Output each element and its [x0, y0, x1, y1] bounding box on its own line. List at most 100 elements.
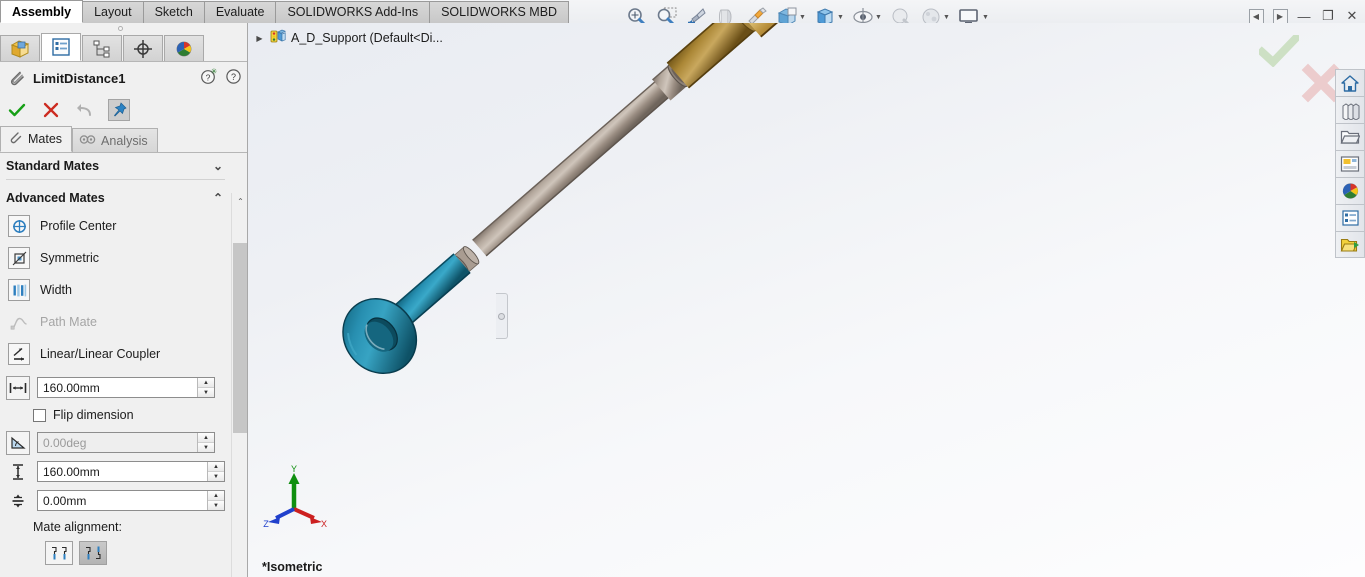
mate-profile-center-label: Profile Center — [40, 219, 117, 233]
solidworks-window: Assembly Layout Sketch Evaluate SOLIDWOR… — [0, 0, 1365, 577]
tab-sketch[interactable]: Sketch — [142, 1, 205, 23]
tab-mates[interactable]: Mates — [0, 126, 73, 152]
open-folder-icon[interactable] — [1335, 123, 1365, 150]
property-manager-panel: LimitDistance1 ? ✳ ? Mates Analysis Stan… — [0, 23, 248, 577]
maximum-spinner[interactable]: ▲ ▼ — [207, 462, 224, 481]
angle-input[interactable] — [38, 433, 188, 452]
minimum-input[interactable] — [38, 491, 198, 510]
svg-text:?: ? — [231, 72, 236, 82]
section-standard-mates[interactable]: Standard Mates ⌄ — [0, 153, 231, 178]
profile-center-icon — [8, 215, 30, 237]
feature-manager-tab[interactable] — [0, 35, 40, 61]
keep-visible-pin-button[interactable] — [108, 99, 130, 121]
task-pane-toolbar — [1335, 69, 1365, 258]
assembly-component-icon — [270, 29, 287, 47]
flip-dimension-row[interactable]: Flip dimension — [0, 402, 231, 428]
scroll-up-arrow-icon[interactable]: ⌃ — [232, 193, 247, 210]
dock-left-icon: ◀ — [1248, 8, 1264, 24]
tab-analysis[interactable]: Analysis — [72, 128, 158, 152]
angle-value-field[interactable]: ▲ ▼ — [37, 432, 215, 453]
section-advanced-mates[interactable]: Advanced Mates ⌃ — [0, 185, 231, 210]
feature-tree-root-item[interactable]: ▶ A_D_Support (Default<Di... — [254, 29, 443, 47]
maximum-spin-up[interactable]: ▲ — [208, 462, 224, 472]
flip-dimension-label: Flip dimension — [53, 408, 134, 422]
view-settings-caret-icon[interactable]: ▼ — [799, 14, 806, 21]
mate-path-mate-label: Path Mate — [40, 315, 97, 329]
viewport-caret-icon[interactable]: ▼ — [982, 14, 989, 21]
panel-splitter-handle[interactable] — [496, 293, 508, 339]
angle-spin-down[interactable]: ▼ — [198, 443, 214, 452]
minimum-spinner[interactable]: ▲ ▼ — [207, 491, 224, 510]
tab-evaluate-label: Evaluate — [215, 5, 265, 19]
divider — [6, 179, 225, 180]
mate-width[interactable]: Width — [0, 274, 231, 306]
help-icon[interactable]: ? — [225, 68, 242, 88]
orientation-triad: Y X Z — [263, 465, 327, 529]
panel-pin-dot-icon[interactable] — [118, 26, 123, 31]
graphics-viewport[interactable]: ▶ A_D_Support (Default<Di... Y X Z *Isom… — [248, 23, 1365, 577]
mate-alignment-label: Mate alignment: — [33, 520, 122, 534]
linear-linear-coupler-icon — [8, 343, 30, 365]
minimum-spin-up[interactable]: ▲ — [208, 491, 224, 501]
width-icon — [8, 279, 30, 301]
cancel-button[interactable] — [40, 99, 62, 121]
analysis-icon — [79, 132, 96, 150]
angle-spinner[interactable]: ▲ ▼ — [197, 433, 214, 452]
distance-input[interactable] — [38, 378, 188, 397]
ok-accept-button[interactable] — [6, 99, 28, 121]
display-style-caret-icon[interactable]: ▼ — [837, 14, 844, 21]
design-library-icon[interactable] — [1335, 204, 1365, 231]
angle-spin-up[interactable]: ▲ — [198, 433, 214, 443]
mate-symmetric-label: Symmetric — [40, 251, 100, 265]
whats-wrong-help-icon[interactable]: ? ✳ — [200, 67, 218, 88]
hide-show-caret-icon[interactable]: ▼ — [875, 14, 882, 21]
tab-layout[interactable]: Layout — [82, 1, 144, 23]
tab-evaluate[interactable]: Evaluate — [203, 1, 277, 23]
triad-z-label: Z — [263, 519, 269, 529]
chevron-down-icon[interactable]: ⌄ — [213, 159, 223, 173]
file-explorer-icon[interactable] — [1335, 231, 1365, 258]
mate-linear-linear-coupler[interactable]: Linear/Linear Coupler — [0, 338, 231, 370]
scrollbar-thumb[interactable] — [233, 243, 247, 433]
tab-solidworks-add-ins[interactable]: SOLIDWORKS Add-Ins — [275, 1, 431, 23]
distance-spin-down[interactable]: ▼ — [198, 388, 214, 397]
undo-button[interactable] — [74, 99, 96, 121]
maximum-spin-down[interactable]: ▼ — [208, 472, 224, 481]
property-manager-tab[interactable] — [41, 33, 81, 61]
triad-y-label: Y — [291, 465, 297, 474]
triad-x-label: X — [321, 519, 327, 529]
distance-value-field[interactable]: ▲ ▼ — [37, 377, 215, 398]
anti-aligned-button[interactable] — [79, 541, 107, 565]
configuration-manager-tab[interactable] — [82, 35, 122, 61]
tab-analysis-label: Analysis — [101, 133, 148, 148]
mate-path-mate[interactable]: Path Mate — [0, 306, 231, 338]
window-layout-icon[interactable] — [1335, 150, 1365, 177]
property-panel-scrollbar[interactable]: ⌃ ⌄ — [231, 193, 247, 577]
maximum-field-row: ▲ ▼ — [0, 457, 231, 486]
mate-width-label: Width — [40, 283, 72, 297]
property-manager-body: Standard Mates ⌄ Advanced Mates ⌃ Profil… — [0, 153, 231, 577]
tab-assembly[interactable]: Assembly — [0, 0, 84, 23]
page-title: LimitDistance1 — [33, 70, 126, 86]
flip-dimension-checkbox[interactable] — [33, 408, 46, 422]
solidworks-resources-icon[interactable] — [1335, 177, 1365, 204]
recent-documents-icon[interactable] — [1335, 96, 1365, 123]
mate-symmetric[interactable]: Symmetric — [0, 242, 231, 274]
confirm-ok-icon[interactable] — [1256, 32, 1302, 70]
symmetric-icon — [8, 247, 30, 269]
maximum-value-field[interactable]: ▲ ▼ — [37, 461, 225, 482]
minimum-value-field[interactable]: ▲ ▼ — [37, 490, 225, 511]
distance-spin-up[interactable]: ▲ — [198, 378, 214, 388]
display-manager-tab[interactable] — [164, 35, 204, 61]
aligned-button[interactable] — [45, 541, 73, 565]
expand-arrow-icon[interactable]: ▶ — [254, 34, 265, 43]
maximum-input[interactable] — [38, 462, 198, 481]
distance-spinner[interactable]: ▲ ▼ — [197, 378, 214, 397]
dimxpert-manager-tab[interactable] — [123, 35, 163, 61]
home-icon[interactable] — [1335, 69, 1365, 96]
view-setting-caret-icon[interactable]: ▼ — [943, 14, 950, 21]
minimum-spin-down[interactable]: ▼ — [208, 501, 224, 510]
chevron-up-icon[interactable]: ⌃ — [213, 191, 223, 205]
pneumatic-cylinder-actuator-assembly — [342, 23, 1079, 375]
mate-profile-center[interactable]: Profile Center — [0, 210, 231, 242]
